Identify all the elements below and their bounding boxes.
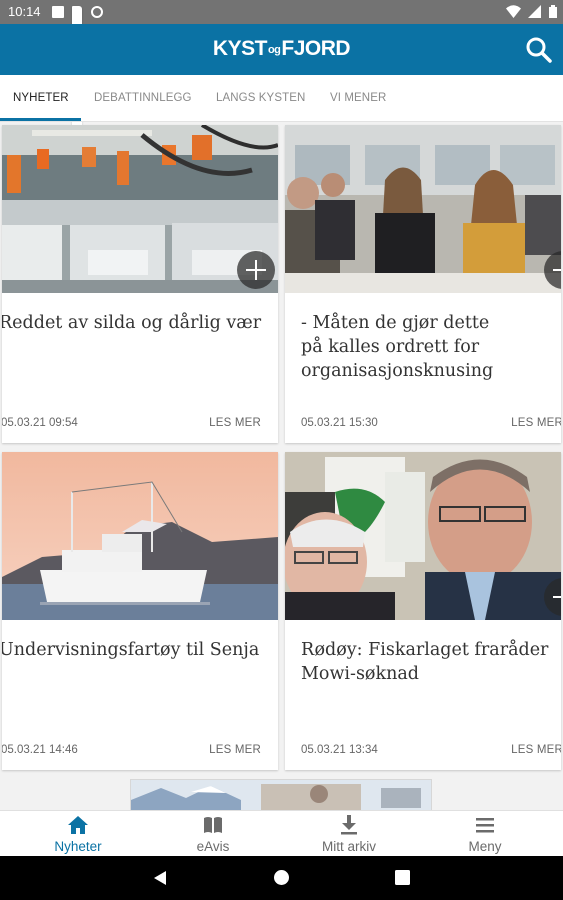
nav-nyheter[interactable]: Nyheter [8, 811, 148, 857]
article-card[interactable]: Reddet av silda og dårlig vær 05.03.21 0… [2, 125, 278, 443]
system-navigation-bar [0, 856, 563, 900]
article-title: Reddet av silda og dårlig vær [2, 313, 262, 333]
read-more-link[interactable]: LES MER [209, 417, 261, 429]
article-title: Undervisningsfartøy til Senja [2, 640, 260, 660]
menu-icon [476, 818, 494, 833]
nav-meny[interactable]: Meny [415, 811, 555, 857]
tab-debattinnlegg[interactable]: DEBATTINNLEGG [94, 92, 192, 104]
tab-vi-mener[interactable]: VI MENER [330, 92, 386, 104]
category-tabs: NYHETER DEBATTINNLEGG LANGS KYSTEN VI ME… [0, 75, 563, 122]
nav-label: Meny [468, 839, 502, 854]
active-tab-indicator [0, 118, 81, 121]
add-to-archive-button[interactable] [237, 251, 275, 289]
read-more-link[interactable]: LES MER [511, 744, 561, 756]
advertisement-banner[interactable] [130, 779, 432, 811]
article-date: 05.03.21 15:30 [301, 417, 378, 429]
nav-label: Mitt arkiv [322, 839, 376, 854]
nav-label: eAvis [196, 839, 230, 854]
article-date: 05.03.21 14:46 [2, 744, 78, 756]
home-button-icon[interactable] [273, 869, 290, 886]
article-image [285, 125, 561, 293]
ad-image [131, 780, 431, 810]
tab-langs-kysten[interactable]: LANGS KYSTEN [216, 92, 305, 104]
read-more-link[interactable]: LES MER [511, 417, 561, 429]
nav-mitt-arkiv[interactable]: Mitt arkiv [279, 811, 419, 857]
sync-icon [91, 6, 103, 18]
brand-logo: KYSTogFJORD [212, 37, 351, 60]
article-date: 05.03.21 09:54 [2, 417, 78, 429]
article-title: - Måten de gjør dette på kalles ordrett … [301, 313, 494, 381]
home-icon [68, 816, 88, 834]
battery-icon [549, 5, 557, 18]
article-card[interactable]: Rødøy: Fiskarlaget fraråder Mowi-søknad … [285, 452, 561, 770]
download-icon [341, 815, 357, 835]
app-bar: KYSTogFJORD [0, 24, 563, 75]
article-image [285, 452, 561, 620]
back-icon[interactable] [152, 870, 168, 886]
tab-nyheter[interactable]: NYHETER [13, 92, 69, 104]
nav-eavis[interactable]: eAvis [143, 811, 283, 857]
read-more-link[interactable]: LES MER [209, 744, 261, 756]
notification-square-icon [52, 6, 64, 18]
article-card[interactable]: - Måten de gjør dette på kalles ordrett … [285, 125, 561, 443]
article-image [2, 452, 278, 620]
status-time: 10:14 [8, 4, 41, 19]
signal-icon [528, 5, 542, 18]
nav-label: Nyheter [54, 839, 102, 854]
book-icon [204, 817, 222, 833]
article-card[interactable]: Undervisningsfartøy til Senja 05.03.21 1… [2, 452, 278, 770]
article-date: 05.03.21 13:34 [301, 744, 378, 756]
bottom-navigation: Nyheter eAvis Mitt arkiv Meny [0, 810, 563, 856]
article-title: Rødøy: Fiskarlaget fraråder Mowi-søknad [301, 640, 549, 684]
recents-icon[interactable] [395, 870, 410, 885]
status-bar: 10:14 [0, 0, 563, 324]
search-icon[interactable] [525, 36, 553, 64]
wifi-icon [505, 5, 521, 18]
